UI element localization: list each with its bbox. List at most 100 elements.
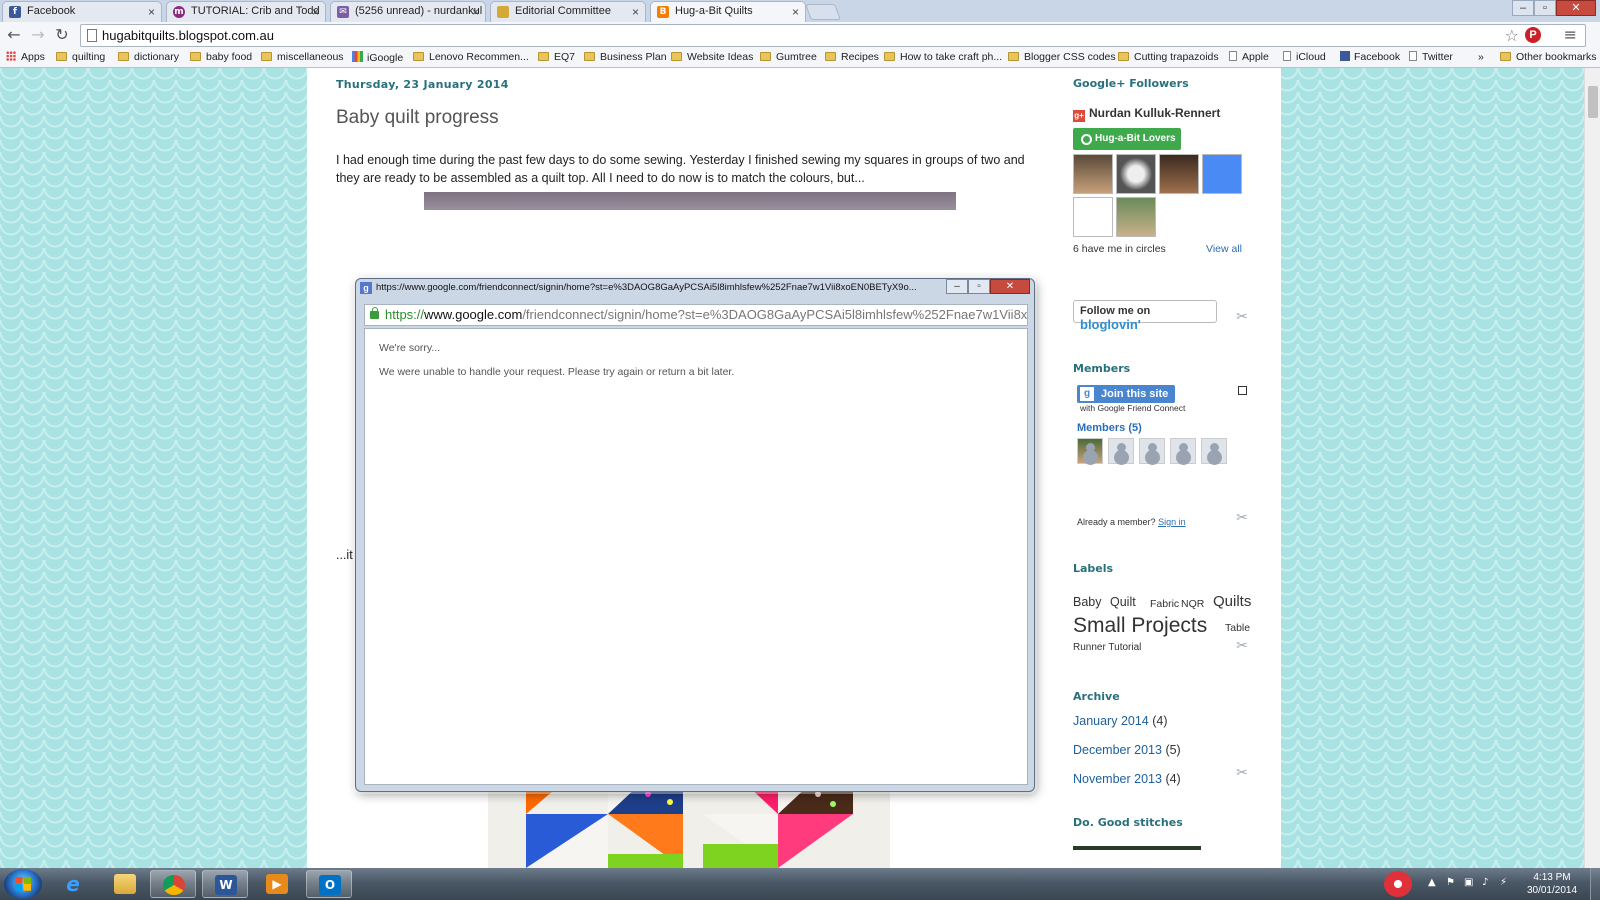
follower-avatar[interactable]	[1073, 197, 1113, 237]
chrome-menu-icon[interactable]: ≡	[1564, 25, 1577, 44]
taskbar-word[interactable]: W	[202, 870, 248, 898]
maximize-button[interactable]: ▫	[1534, 0, 1556, 16]
pinterest-icon[interactable]: P	[1525, 27, 1541, 43]
bookmark-gumtree[interactable]: Gumtree	[760, 51, 817, 63]
bookmark-icloud[interactable]: iCloud	[1283, 51, 1326, 63]
follower-avatar[interactable]	[1116, 197, 1156, 237]
bookmark-craft-photos[interactable]: How to take craft ph...	[884, 51, 1002, 63]
label-quilt[interactable]: Quilt	[1110, 595, 1136, 609]
bookmark-recipes[interactable]: Recipes	[825, 51, 879, 63]
label-table[interactable]: Table	[1225, 622, 1250, 634]
page-scrollbar[interactable]	[1584, 68, 1600, 868]
member-avatar[interactable]	[1201, 438, 1227, 464]
bookmarks-overflow-button[interactable]: »	[1478, 51, 1484, 63]
close-icon[interactable]: ×	[148, 5, 155, 19]
bookmark-blogger-css[interactable]: Blogger CSS codes	[1008, 51, 1116, 63]
follower-avatar[interactable]	[1202, 154, 1242, 194]
system-clock[interactable]: 4:13 PM 30/01/2014	[1520, 871, 1584, 897]
archive-month[interactable]: January 2014 (4)	[1073, 714, 1168, 728]
member-avatar[interactable]	[1170, 438, 1196, 464]
post-title[interactable]: Baby quilt progress	[336, 107, 499, 129]
taskbar-outlook[interactable]: O	[306, 870, 352, 898]
label-fabric[interactable]: Fabric	[1150, 598, 1179, 610]
flag-icon[interactable]: ⚑	[1446, 877, 1455, 888]
taskbar-chrome[interactable]	[150, 870, 196, 898]
follower-avatar[interactable]	[1159, 154, 1199, 194]
address-bar[interactable]: hugabitquilts.blogspot.com.au ☆ P ≡	[80, 24, 1586, 47]
bookmark-twitter[interactable]: Twitter	[1409, 51, 1453, 63]
join-site-button[interactable]: g Join this site	[1077, 385, 1175, 403]
taskbar-internet-explorer[interactable]: e	[50, 870, 96, 898]
volume-icon[interactable]: ♪	[1482, 877, 1488, 888]
close-icon[interactable]: ×	[792, 5, 799, 19]
bookmark-website-ideas[interactable]: Website Ideas	[671, 51, 753, 63]
new-tab-button[interactable]	[805, 4, 841, 20]
bookmark-baby-food[interactable]: baby food	[190, 51, 252, 63]
bookmark-facebook[interactable]: Facebook	[1340, 51, 1400, 63]
antivirus-tray-icon[interactable]	[1384, 871, 1412, 897]
tab-facebook[interactable]: f Facebook ×	[2, 1, 162, 22]
gplus-profile-name[interactable]: g+ Nurdan Kulluk-Rennert	[1073, 106, 1220, 122]
tab-hug-a-bit[interactable]: B Hug-a-Bit Quilts ×	[650, 1, 806, 22]
wrench-icon[interactable]: ✂	[1234, 765, 1250, 781]
archive-month[interactable]: November 2013 (4)	[1073, 772, 1181, 786]
sign-in-link[interactable]: Sign in	[1158, 517, 1186, 527]
popup-minimize-button[interactable]: –	[946, 279, 968, 294]
bookmark-miscellaneous[interactable]: miscellaneous	[261, 51, 344, 63]
bookmark-quilting[interactable]: quilting	[56, 51, 105, 63]
bookmark-apple[interactable]: Apple	[1229, 51, 1269, 63]
bookmark-business-plan[interactable]: Business Plan	[584, 51, 667, 63]
power-icon[interactable]: ⚡	[1500, 877, 1507, 888]
archive-month[interactable]: December 2013 (5)	[1073, 743, 1181, 757]
member-avatar[interactable]	[1108, 438, 1134, 464]
bookmark-cutting-trapazoids[interactable]: Cutting trapazoids	[1118, 51, 1219, 63]
back-button[interactable]: ←	[4, 25, 24, 45]
view-all-link[interactable]: View all	[1206, 243, 1242, 255]
follower-avatar[interactable]	[1073, 154, 1113, 194]
friendconnect-popup-window[interactable]: g https://www.google.com/friendconnect/s…	[355, 278, 1035, 792]
address-url[interactable]: hugabitquilts.blogspot.com.au	[102, 28, 274, 43]
label-quilts[interactable]: Quilts	[1213, 593, 1251, 610]
close-window-button[interactable]: ✕	[1556, 0, 1596, 16]
forward-button[interactable]: →	[28, 25, 48, 45]
bookmark-eq7[interactable]: EQ7	[538, 51, 575, 63]
label-runner-tutorial[interactable]: Runner Tutorial	[1073, 642, 1141, 653]
bookmark-lenovo[interactable]: Lenovo Recommen...	[413, 51, 529, 63]
close-icon[interactable]: ×	[472, 5, 479, 19]
add-to-circles-button[interactable]: Hug-a-Bit Lovers	[1073, 128, 1181, 150]
follower-avatar[interactable]	[1116, 154, 1156, 194]
tab-editorial[interactable]: Editorial Committee ×	[490, 1, 646, 22]
tab-mail[interactable]: ✉ (5256 unread) - nurdankul ×	[330, 1, 486, 22]
label-nqr[interactable]: NQR	[1181, 598, 1204, 610]
show-hidden-icons[interactable]: ▲	[1428, 877, 1436, 888]
popup-maximize-button[interactable]: ▫	[968, 279, 990, 294]
popup-address-bar[interactable]: https://www.google.com/friendconnect/sig…	[364, 304, 1028, 326]
member-avatar[interactable]	[1139, 438, 1165, 464]
popout-icon[interactable]	[1238, 386, 1247, 395]
start-button[interactable]	[4, 869, 42, 899]
taskbar-file-explorer[interactable]	[102, 870, 148, 898]
close-icon[interactable]: ×	[312, 5, 319, 19]
network-icon[interactable]: ▣	[1464, 877, 1473, 888]
label-baby[interactable]: Baby	[1073, 595, 1102, 609]
bloglovin-follow-button[interactable]: Follow me on bloglovin'	[1073, 300, 1217, 332]
bookmark-dictionary[interactable]: dictionary	[118, 51, 179, 63]
members-count[interactable]: Members (5)	[1077, 422, 1142, 434]
tab-tutorial[interactable]: m TUTORIAL: Crib and Todd ×	[166, 1, 326, 22]
wrench-icon[interactable]: ✂	[1234, 510, 1250, 526]
scrollbar-thumb[interactable]	[1588, 86, 1598, 118]
member-avatar[interactable]	[1077, 438, 1103, 464]
minimize-button[interactable]: –	[1512, 0, 1534, 16]
taskbar-media-player[interactable]: ▶	[254, 870, 300, 898]
wrench-icon[interactable]: ✂	[1234, 309, 1250, 325]
bookmark-star-icon[interactable]: ☆	[1505, 26, 1519, 45]
popup-close-button[interactable]: ✕	[990, 279, 1030, 294]
bookmark-igoogle[interactable]: iGoogle	[352, 51, 403, 64]
bookmark-apps[interactable]: Apps	[6, 51, 45, 63]
show-desktop-button[interactable]	[1590, 868, 1600, 900]
close-icon[interactable]: ×	[632, 5, 639, 19]
reload-button[interactable]: ↻	[52, 25, 72, 45]
bookmark-other[interactable]: Other bookmarks	[1500, 51, 1597, 63]
wrench-icon[interactable]: ✂	[1234, 638, 1250, 654]
label-small-projects[interactable]: Small Projects	[1073, 614, 1207, 638]
